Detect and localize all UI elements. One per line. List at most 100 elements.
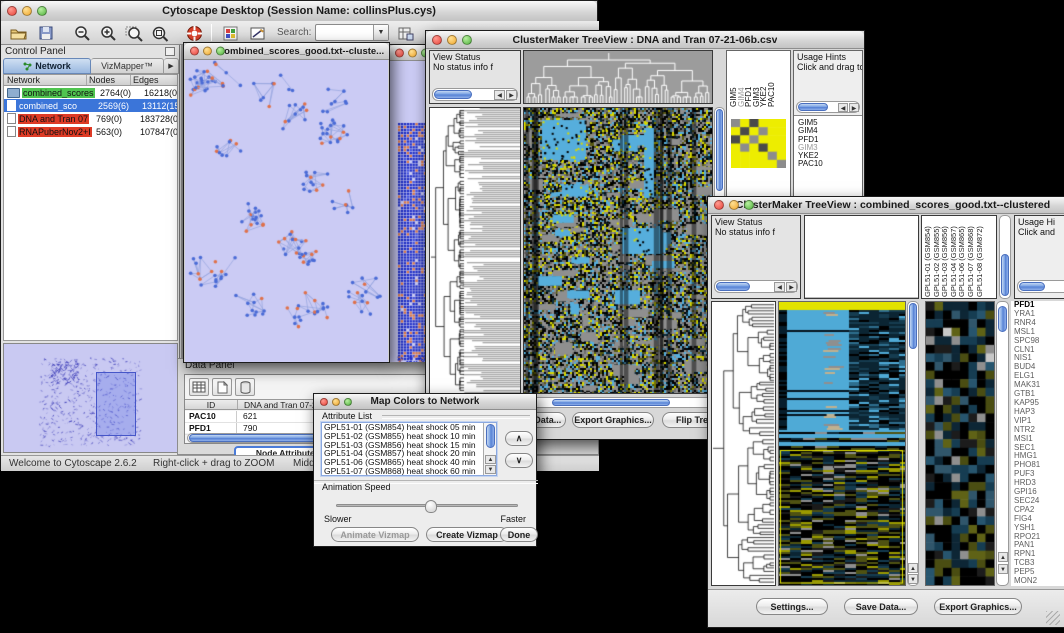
close-button[interactable]	[320, 398, 328, 406]
tv1-status-scroll-thumb[interactable]	[434, 90, 472, 99]
resize-grip[interactable]	[1046, 611, 1060, 625]
zoom-actual-icon[interactable]	[149, 23, 171, 43]
network-list-row[interactable]: combined_sco2569(6)13112(15)	[4, 99, 177, 112]
network-list-row[interactable]: RNAPuberNov2+I563(0)107847(0)	[4, 125, 177, 138]
tv2-save-data-button[interactable]: Save Data...	[844, 598, 918, 615]
animation-speed-slider[interactable]	[336, 504, 518, 507]
network-list[interactable]: combined_scores2764(0)16218(0)combined_s…	[3, 86, 178, 341]
done-button[interactable]: Done	[500, 527, 538, 542]
zoom-region-icon[interactable]	[123, 23, 145, 43]
tv2-labels-vscroll-thumb[interactable]	[1001, 254, 1009, 296]
close-button[interactable]	[714, 200, 724, 210]
network-overview-canvas[interactable]	[4, 344, 177, 452]
attribute-list[interactable]: GPL51-01 (GSM854) heat shock 05 minGPL51…	[321, 422, 497, 476]
tv1-heatmap-canvas[interactable]	[524, 108, 712, 393]
tv2-usage-scrollbar[interactable]	[1017, 280, 1064, 293]
tab-overflow-button[interactable]: ▶	[164, 58, 179, 74]
zoom-button[interactable]	[744, 200, 754, 210]
zoom-in-icon[interactable]	[97, 23, 119, 43]
scroll-right-icon[interactable]: ▶	[849, 103, 859, 112]
scroll-right-icon[interactable]: ▶	[786, 282, 797, 292]
close-button[interactable]	[7, 6, 17, 16]
close-button[interactable]	[432, 35, 442, 45]
tv2-genes-vscroll-thumb[interactable]	[998, 306, 1007, 332]
overview-viewport-rect[interactable]	[96, 372, 136, 436]
tv1-vscroll-thumb[interactable]	[716, 109, 723, 191]
minimize-button[interactable]	[22, 6, 32, 16]
scroll-down-icon[interactable]: ▼	[908, 574, 918, 584]
tv1-column-dendrogram-canvas[interactable]	[524, 51, 712, 103]
zoom-button[interactable]	[462, 35, 472, 45]
annotation-icon[interactable]	[247, 23, 269, 43]
minimize-button[interactable]	[332, 398, 340, 406]
tv1-heatmap-hscroll-thumb[interactable]	[552, 399, 670, 406]
tv2-zoom-heatmap-canvas[interactable]	[926, 302, 994, 585]
minimize-button[interactable]	[729, 200, 739, 210]
tv2-row-dendrogram[interactable]	[711, 301, 776, 586]
tv2-heatmap-vscroll-thumb[interactable]	[909, 303, 917, 349]
help-lifebuoy-icon[interactable]	[183, 23, 205, 43]
scroll-down-icon[interactable]: ▼	[485, 465, 496, 474]
move-down-button[interactable]: ∨	[505, 453, 533, 468]
tv2-genes-vscrollbar[interactable]: ▲ ▼	[996, 301, 1009, 586]
attribute-item[interactable]: GPL51-07 (GSM868) heat shock 60 min	[322, 467, 482, 476]
tv2-status-scroll-thumb[interactable]	[716, 282, 750, 291]
attribute-browser-icon[interactable]	[219, 23, 241, 43]
search-options-icon[interactable]	[395, 23, 417, 43]
attribute-select-icon[interactable]	[189, 378, 209, 396]
zoom-button[interactable]	[344, 398, 352, 406]
scroll-up-icon[interactable]: ▲	[998, 552, 1008, 562]
tv2-export-graphics-button[interactable]: Export Graphics...	[934, 598, 1022, 615]
network-table-header[interactable]: Network Nodes Edges	[3, 74, 178, 86]
minimize-button[interactable]	[447, 35, 457, 45]
scroll-left-icon[interactable]: ◀	[774, 282, 785, 292]
treeview2-titlebar[interactable]: ClusterMaker TreeView : combined_scores_…	[708, 197, 1064, 214]
tv2-gene-list[interactable]: PFD1YRA1RNR4MSL1SPC98CLN1NIS1BUD4ELG1MAK…	[1011, 301, 1064, 586]
new-attribute-icon[interactable]	[212, 378, 232, 396]
zoom-out-icon[interactable]	[71, 23, 93, 43]
treeview1-titlebar[interactable]: ClusterMaker TreeView : DNA and Tran 07-…	[426, 31, 864, 49]
window-controls[interactable]	[7, 6, 47, 16]
slider-thumb[interactable]	[425, 500, 437, 513]
scroll-left-icon[interactable]: ◀	[838, 103, 848, 112]
attribute-list-vscroll-thumb[interactable]	[486, 424, 495, 448]
network-window-1-titlebar[interactable]: combined_scores_good.txt--cluste...	[184, 43, 389, 60]
tv1-column-dendrogram[interactable]	[523, 50, 713, 104]
tv1-export-graphics-button[interactable]: Export Graphics...	[572, 412, 654, 428]
tv1-status-scrollbar[interactable]: ◀ ▶	[432, 88, 518, 101]
tv2-labels-vscrollbar[interactable]	[999, 215, 1011, 299]
scroll-up-icon[interactable]: ▲	[908, 563, 918, 573]
zoom-button[interactable]	[37, 6, 47, 16]
delete-attribute-icon[interactable]	[235, 378, 255, 396]
network-list-row[interactable]: DNA and Tran 07769(0)183728(0)	[4, 112, 177, 125]
tab-vizmapper[interactable]: VizMapper™	[91, 58, 164, 74]
attribute-list-vscrollbar[interactable]: ▲ ▼	[483, 423, 496, 475]
save-icon[interactable]	[35, 23, 57, 43]
scroll-right-icon[interactable]: ▶	[506, 90, 517, 100]
tv2-heatmap[interactable]	[778, 301, 906, 586]
map-colors-titlebar[interactable]: Map Colors to Network	[314, 394, 536, 410]
float-panel-icon[interactable]	[165, 47, 175, 56]
tv1-heatmap[interactable]	[523, 107, 713, 394]
main-titlebar[interactable]: Cytoscape Desktop (Session Name: collins…	[1, 1, 597, 22]
scroll-down-icon[interactable]: ▼	[998, 564, 1008, 574]
open-file-icon[interactable]	[7, 23, 29, 43]
tv2-heatmap-canvas[interactable]	[779, 302, 905, 585]
tv1-heatmap-hscrollbar[interactable]	[523, 397, 713, 408]
minimize-button[interactable]	[408, 48, 417, 57]
zoom-button[interactable]	[216, 47, 225, 56]
tv1-row-dendrogram[interactable]	[429, 107, 521, 394]
scroll-up-icon[interactable]: ▲	[485, 455, 496, 464]
tv1-usage-scrollbar[interactable]: ◀ ▶	[796, 101, 860, 113]
network-list-row[interactable]: combined_scores2764(0)16218(0)	[4, 86, 177, 99]
tv2-zoom-heatmap[interactable]	[925, 301, 995, 586]
network-view-canvas-1[interactable]	[185, 60, 388, 362]
tab-network[interactable]: Network	[3, 58, 91, 74]
close-button[interactable]	[190, 47, 199, 56]
tv1-summary-heatmap-canvas[interactable]	[731, 119, 786, 168]
tv2-row-dendrogram-canvas[interactable]	[712, 302, 775, 585]
tv2-heatmap-vscrollbar[interactable]: ▲ ▼	[907, 301, 919, 586]
scroll-left-icon[interactable]: ◀	[494, 90, 505, 100]
search-input[interactable]: ▼	[315, 24, 389, 41]
tv1-row-dendrogram-canvas[interactable]	[430, 108, 520, 393]
